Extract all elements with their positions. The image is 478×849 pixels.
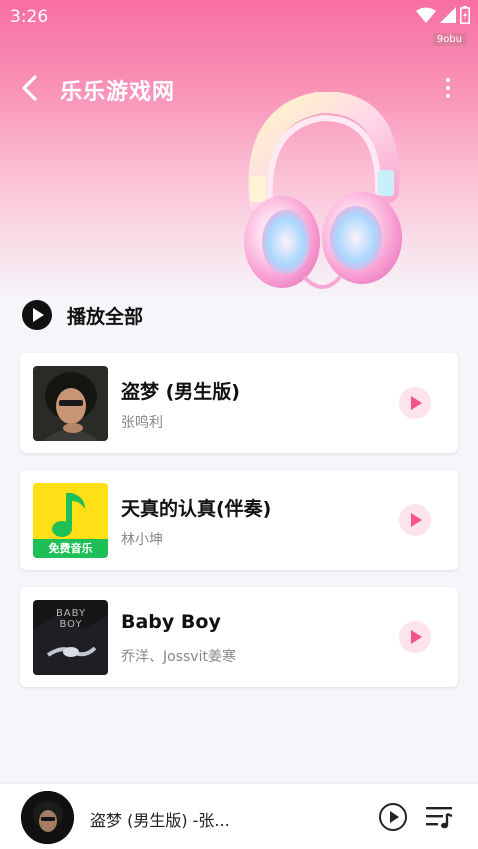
play-song-button[interactable] <box>399 621 431 653</box>
song-artist: 张鸣利 <box>121 415 163 431</box>
song-artist: 乔洋、Jossvit姜寒 <box>121 649 236 665</box>
back-arrow-icon <box>22 75 37 101</box>
song-card[interactable]: BABY BOY Baby Boy 乔洋、Jossvit姜寒 <box>20 587 458 687</box>
player-play-button[interactable] <box>378 802 408 832</box>
watermark-badge: 9obu <box>432 33 466 46</box>
play-circle-outline-icon <box>379 803 407 831</box>
album-cover <box>33 366 108 441</box>
album-cover: BABY BOY <box>33 600 108 675</box>
play-song-button[interactable] <box>399 387 431 419</box>
status-bar: 3:26 9obu <box>0 0 478 46</box>
song-card[interactable]: 盗梦 (男生版) 张鸣利 <box>20 353 458 453</box>
status-time: 3:26 <box>10 7 49 27</box>
play-song-button[interactable] <box>399 504 431 536</box>
play-all-button[interactable]: 播放全部 <box>22 300 143 330</box>
status-icons <box>416 6 470 24</box>
play-circle-icon <box>22 300 52 330</box>
battery-icon <box>460 6 470 24</box>
signal-icon <box>440 7 456 23</box>
song-list: 盗梦 (男生版) 张鸣利 免费音乐 天真的认真(伴奏) 林小坤 BABY BOY… <box>20 353 458 704</box>
mini-player: 盗梦 (男生版) -张... <box>0 784 478 849</box>
playlist-icon <box>426 807 453 829</box>
song-card[interactable]: 免费音乐 天真的认真(伴奏) 林小坤 <box>20 470 458 570</box>
now-playing-title[interactable]: 盗梦 (男生版) -张... <box>90 807 230 831</box>
wifi-icon <box>416 7 436 23</box>
cover-label: BABY BOY <box>55 608 87 630</box>
song-title: Baby Boy <box>121 611 221 633</box>
song-artist: 林小坤 <box>121 532 163 548</box>
album-art-portrait <box>33 366 108 441</box>
more-options-button[interactable] <box>436 76 460 100</box>
back-button[interactable] <box>18 74 44 102</box>
cover-label: 免费音乐 <box>48 542 93 555</box>
now-playing-art <box>21 791 74 844</box>
page-title: 乐乐游戏网 <box>60 80 176 105</box>
play-all-label: 播放全部 <box>67 305 144 328</box>
song-title: 天真的认真(伴奏) <box>121 498 272 520</box>
album-cover: 免费音乐 <box>33 483 108 558</box>
headphones-illustration <box>244 92 402 289</box>
now-playing-cover[interactable] <box>21 791 74 844</box>
song-title: 盗梦 (男生版) <box>121 381 240 403</box>
playlist-button[interactable] <box>425 803 455 831</box>
more-vert-icon <box>446 78 450 98</box>
